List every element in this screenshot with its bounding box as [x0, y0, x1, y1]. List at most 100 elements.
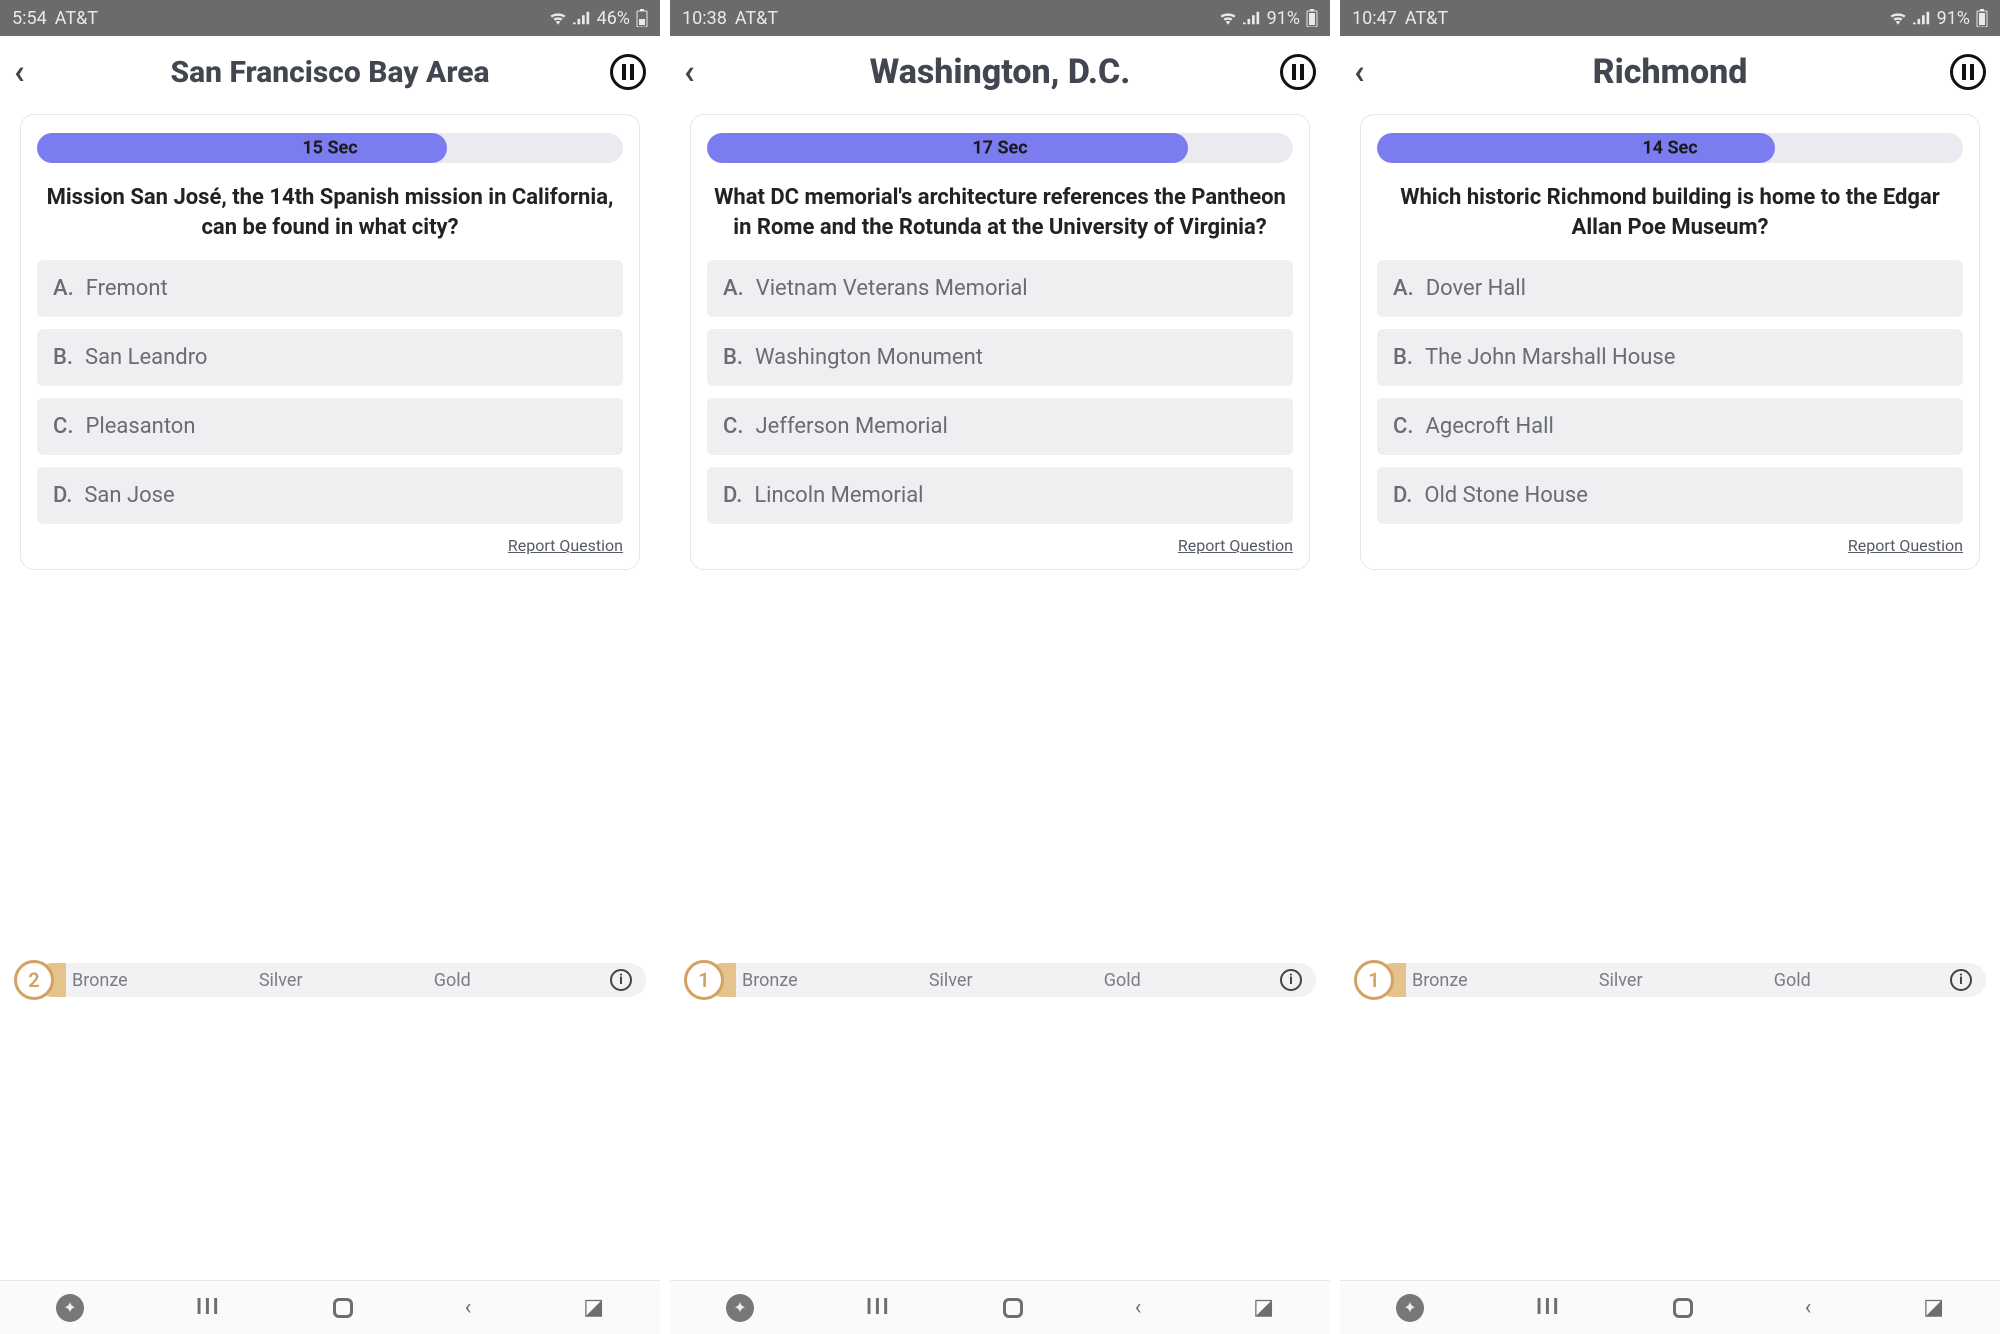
answer-option-a[interactable]: A. Vietnam Veterans Memorial [707, 260, 1293, 317]
answer-option-b[interactable]: B. San Leandro [37, 329, 623, 386]
answer-text: Dover Hall [1426, 276, 1526, 301]
tier-silver-label: Silver [259, 970, 303, 991]
answer-text: Vietnam Veterans Memorial [756, 276, 1028, 301]
answer-letter: A. [723, 276, 744, 301]
timer-track: 17 Sec [707, 133, 1293, 163]
progress-count: 2 [14, 960, 54, 1000]
pause-icon [1292, 64, 1304, 80]
answer-option-c[interactable]: C. Jefferson Memorial [707, 398, 1293, 455]
nav-recent-button[interactable]: III [196, 1295, 221, 1320]
tier-bronze-label: Bronze [72, 970, 128, 991]
phone-0: 5:54 AT&T 46% ‹ San Francisco Bay Area 1… [0, 0, 660, 1334]
question-text: Which historic Richmond building is home… [1377, 183, 1963, 260]
answer-option-b[interactable]: B.The John Marshall House [1377, 329, 1963, 386]
status-carrier: AT&T [1405, 8, 1448, 29]
android-nav-bar: ✦ III ‹ ◪ [670, 1280, 1330, 1334]
status-battery: 91% [1267, 8, 1300, 29]
nav-home-button[interactable] [1673, 1298, 1693, 1318]
answer-letter: B. [53, 345, 73, 370]
nav-assist-icon[interactable]: ◪ [1923, 1295, 1944, 1320]
answer-letter: B. [723, 345, 743, 370]
nav-assist-icon[interactable]: ◪ [583, 1295, 604, 1320]
tier-gold-label: Gold [1104, 970, 1141, 991]
tier-silver-label: Silver [1599, 970, 1643, 991]
status-carrier: AT&T [55, 8, 98, 29]
phone-2: 10:47 AT&T 91% ‹ Richmond 14 Sec Which h… [1340, 0, 2000, 1334]
info-icon[interactable]: i [610, 969, 632, 991]
question-card: 15 Sec Mission San José, the 14th Spanis… [20, 114, 640, 570]
signal-icon [1913, 11, 1931, 25]
back-button[interactable]: ‹ [14, 52, 50, 92]
nav-game-icon[interactable]: ✦ [726, 1294, 754, 1322]
nav-recent-button[interactable]: III [1536, 1295, 1561, 1320]
app-header: ‹ Richmond [1340, 36, 2000, 102]
answer-letter: C. [723, 414, 743, 439]
question-text: Mission San José, the 14th Spanish missi… [37, 183, 623, 260]
answer-option-d[interactable]: D.Old Stone House [1377, 467, 1963, 524]
back-button[interactable]: ‹ [1354, 52, 1390, 92]
page-title: Washington, D.C. [720, 52, 1280, 92]
battery-icon [636, 9, 648, 27]
progress-count: 1 [684, 960, 724, 1000]
report-question-link[interactable]: Report Question [37, 536, 623, 555]
tier-bronze-label: Bronze [1412, 970, 1468, 991]
tier-bronze-label: Bronze [742, 970, 798, 991]
status-bar: 10:38 AT&T 91% [670, 0, 1330, 36]
nav-home-button[interactable] [333, 1298, 353, 1318]
signal-icon [573, 11, 591, 25]
nav-back-button[interactable]: ‹ [1135, 1295, 1142, 1320]
nav-game-icon[interactable]: ✦ [56, 1294, 84, 1322]
info-icon[interactable]: i [1950, 969, 1972, 991]
nav-assist-icon[interactable]: ◪ [1253, 1295, 1274, 1320]
timer-track: 14 Sec [1377, 133, 1963, 163]
nav-back-button[interactable]: ‹ [465, 1295, 472, 1320]
report-question-link[interactable]: Report Question [707, 536, 1293, 555]
pause-button[interactable] [1950, 54, 1986, 90]
answer-option-d[interactable]: D.San Jose [37, 467, 623, 524]
nav-recent-button[interactable]: III [866, 1295, 891, 1320]
answer-option-b[interactable]: B.Washington Monument [707, 329, 1293, 386]
pause-button[interactable] [610, 54, 646, 90]
timer-label: 17 Sec [707, 138, 1293, 159]
nav-game-icon[interactable]: ✦ [1396, 1294, 1424, 1322]
answer-text: Agecroft Hall [1425, 414, 1553, 439]
back-button[interactable]: ‹ [684, 52, 720, 92]
answer-option-c[interactable]: C.Agecroft Hall [1377, 398, 1963, 455]
answer-letter: A. [1393, 276, 1414, 301]
report-question-link[interactable]: Report Question [1377, 536, 1963, 555]
answer-text: Fremont [86, 276, 168, 301]
phone-1: 10:38 AT&T 91% ‹ Washington, D.C. 17 Sec… [670, 0, 1330, 1334]
answer-text: San Jose [84, 483, 174, 508]
status-time: 10:47 [1352, 8, 1397, 29]
answer-text: Lincoln Memorial [754, 483, 923, 508]
answer-text: Jefferson Memorial [755, 414, 947, 439]
answer-option-a[interactable]: A.Fremont [37, 260, 623, 317]
question-card: 14 Sec Which historic Richmond building … [1360, 114, 1980, 570]
wifi-icon [1889, 11, 1907, 25]
app-header: ‹ San Francisco Bay Area [0, 36, 660, 102]
tier-gold-label: Gold [1774, 970, 1811, 991]
pause-icon [622, 64, 634, 80]
status-bar: 5:54 AT&T 46% [0, 0, 660, 36]
answer-text: San Leandro [85, 345, 207, 370]
answer-option-c[interactable]: C. Pleasanton [37, 398, 623, 455]
nav-back-button[interactable]: ‹ [1805, 1295, 1812, 1320]
tier-progress: 1 Bronze Silver Gold i [1354, 960, 1986, 1000]
wifi-icon [549, 11, 567, 25]
pause-button[interactable] [1280, 54, 1316, 90]
wifi-icon [1219, 11, 1237, 25]
status-battery: 91% [1937, 8, 1970, 29]
page-title: San Francisco Bay Area [50, 55, 610, 90]
tier-progress: 1 Bronze Silver Gold i [684, 960, 1316, 1000]
answer-letter: C. [53, 414, 73, 439]
answer-letter: D. [723, 483, 742, 508]
answer-option-a[interactable]: A. Dover Hall [1377, 260, 1963, 317]
tier-track: Bronze Silver Gold i [706, 963, 1316, 997]
info-icon[interactable]: i [1280, 969, 1302, 991]
answer-text: Pleasanton [85, 414, 195, 439]
tier-gold-label: Gold [434, 970, 471, 991]
pause-icon [1962, 64, 1974, 80]
answer-option-d[interactable]: D. Lincoln Memorial [707, 467, 1293, 524]
status-battery: 46% [597, 8, 630, 29]
nav-home-button[interactable] [1003, 1298, 1023, 1318]
